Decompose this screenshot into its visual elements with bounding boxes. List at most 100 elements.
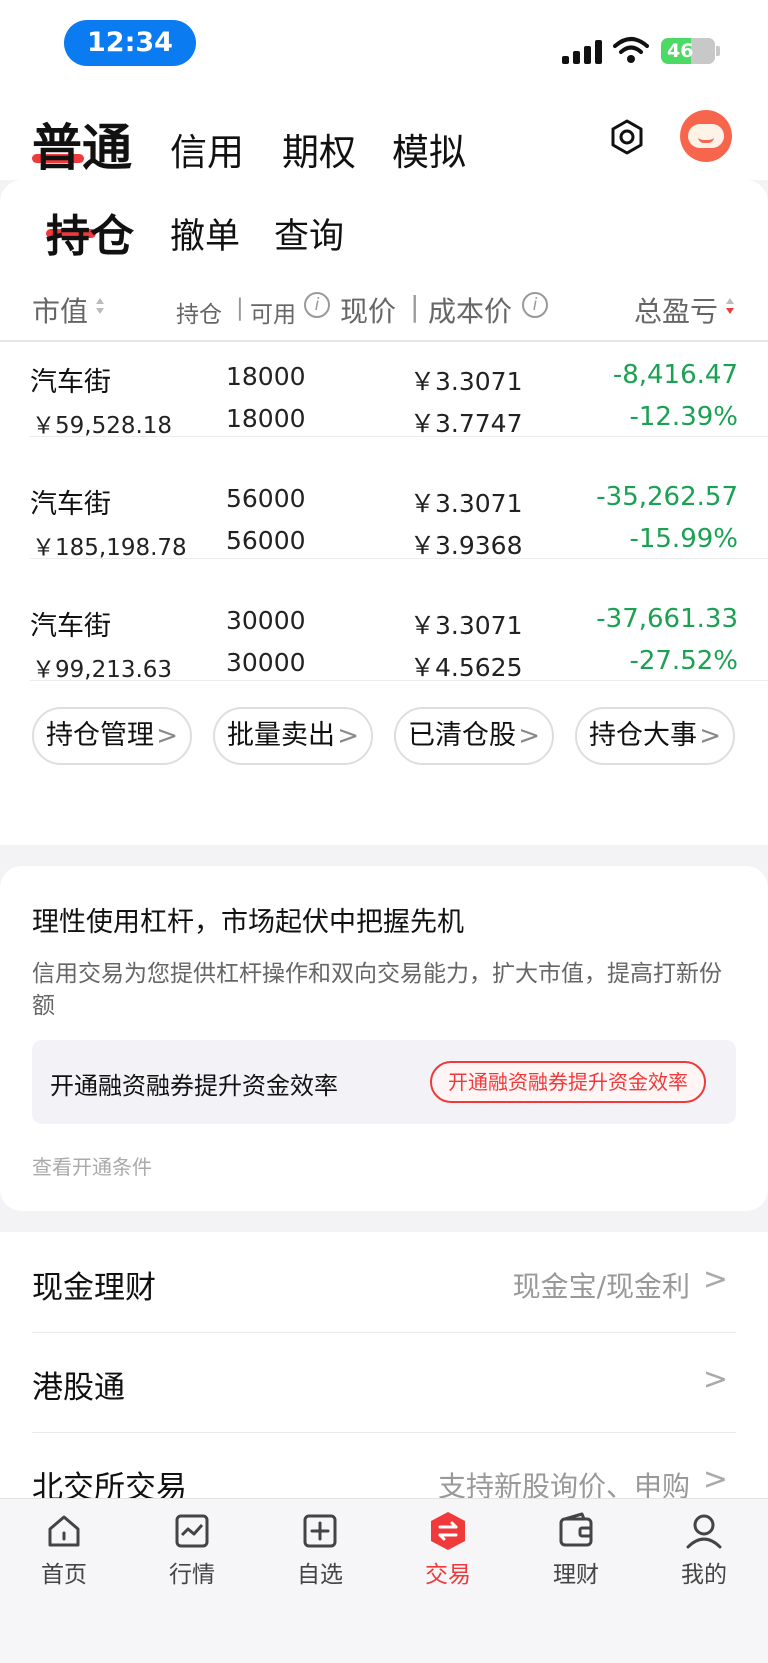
chevron-right-icon: > [518, 721, 540, 751]
holding-qty: 18000 [226, 362, 306, 391]
profit-loss: -35,262.57 [596, 482, 738, 512]
current-price: ￥3.3071 [410, 489, 523, 518]
chevron-right-icon: > [156, 721, 178, 751]
bottom-nav: 首页 行情 自选 交易 理财 我的 [0, 1498, 768, 1663]
nav-label: 理财 [553, 1562, 599, 1588]
position-events-button[interactable]: 持仓大事 > [575, 707, 735, 765]
nav-trade[interactable]: 交易 [398, 1511, 498, 1611]
home-icon [48, 1515, 80, 1547]
tab-query[interactable]: 查询 [274, 208, 344, 259]
header-holding: 持仓 [176, 302, 222, 328]
nav-label: 行情 [169, 1562, 215, 1588]
chevron-right-icon: > [702, 1362, 728, 1397]
nav-label: 自选 [297, 1562, 343, 1588]
holding-qty: 56000 [226, 484, 306, 513]
sort-desc-icon[interactable] [726, 297, 734, 315]
pill-label: 已清仓股 [408, 720, 516, 751]
profit-loss: -37,661.33 [596, 604, 738, 634]
holding-qty: 30000 [226, 606, 306, 635]
pill-label: 持仓大事 [589, 720, 697, 751]
nav-home[interactable]: 首页 [14, 1511, 114, 1611]
header-current-price: 现价 [340, 295, 397, 328]
header-separator-2: | [410, 290, 420, 323]
profit-loss: -8,416.47 [612, 360, 738, 390]
promo-box-label: 开通融资融券提升资金效率 [50, 1072, 338, 1100]
info-icon[interactable]: i [522, 292, 548, 318]
header-separator-1: | [236, 295, 244, 321]
promo-description: 信用交易为您提供杠杆操作和双向交易能力，扩大市值，提高打新份额 [32, 961, 722, 1019]
settings-icon[interactable] [608, 118, 646, 156]
info-icon[interactable]: i [304, 292, 330, 318]
tab-positions[interactable]: 持仓 [46, 200, 134, 264]
current-price: ￥3.3071 [410, 367, 523, 396]
market-value: ￥59,528.18 [32, 413, 173, 439]
view-conditions-link[interactable]: 查看开通条件 [32, 1151, 152, 1180]
profit-loss-pct: -15.99% [629, 524, 738, 554]
tab-cancel-orders[interactable]: 撤单 [170, 208, 240, 259]
open-margin-button[interactable]: 开通融资融券提升资金效率 [430, 1061, 706, 1103]
header-total-pl[interactable]: 总盈亏 [634, 290, 718, 330]
add-square-icon [303, 1514, 337, 1548]
menu-value: 现金宝/现金利 [512, 1270, 690, 1303]
batch-sell-button[interactable]: 批量卖出 > [213, 707, 373, 765]
status-time: 12:34 [64, 20, 196, 66]
pill-label: 批量卖出 [227, 720, 335, 751]
header-available: 可用 [250, 302, 296, 328]
menu-item-cash-management[interactable]: 现金理财 现金宝/现金利 > [0, 1232, 768, 1332]
tab-credit[interactable]: 信用 [170, 122, 244, 176]
header-market-value[interactable]: 市值 [32, 290, 88, 330]
nav-market[interactable]: 行情 [142, 1511, 242, 1611]
profit-loss-pct: -12.39% [629, 402, 738, 432]
table-row[interactable]: 汽车街 ￥185,198.78 56000 56000 ￥3.3071 ￥3.9… [0, 464, 768, 592]
pill-label: 持仓管理 [46, 720, 154, 751]
manage-positions-button[interactable]: 持仓管理 > [32, 707, 192, 765]
trade-exchange-icon [431, 1512, 465, 1550]
wifi-icon [613, 37, 649, 63]
cellular-signal-icon [562, 38, 602, 64]
nav-wealth[interactable]: 理财 [526, 1511, 626, 1611]
menu-item-hk-connect[interactable]: 港股通 > [0, 1332, 768, 1432]
app-screen: 12:34 46 普通 信用 期权 模拟 持仓 撤单 查询 市值 持仓 | 可用… [0, 0, 768, 1663]
table-row[interactable]: 汽车街 ￥99,213.63 30000 30000 ￥3.3071 ￥4.56… [0, 586, 768, 714]
row-divider [30, 680, 768, 681]
stock-name: 汽车街 [30, 489, 111, 520]
avatar-face [688, 124, 724, 148]
tab-simulation[interactable]: 模拟 [392, 122, 466, 176]
nav-label: 交易 [425, 1562, 471, 1588]
available-qty: 30000 [226, 648, 306, 677]
chevron-right-icon: > [702, 1262, 728, 1297]
cost-price: ￥4.5625 [410, 653, 523, 682]
cleared-stocks-button[interactable]: 已清仓股 > [394, 707, 554, 765]
cost-price: ￥3.7747 [410, 409, 523, 438]
avatar[interactable] [680, 110, 732, 162]
header-cost-price: 成本价 [428, 295, 513, 328]
current-price: ￥3.3071 [410, 611, 523, 640]
chevron-right-icon: > [699, 721, 721, 751]
tab-options[interactable]: 期权 [282, 122, 356, 176]
promo-box: 开通融资融券提升资金效率 开通融资融券提升资金效率 [32, 1040, 736, 1124]
table-row[interactable]: 汽车街 ￥59,528.18 18000 18000 ￥3.3071 ￥3.77… [0, 342, 768, 470]
tab-normal[interactable]: 普通 [32, 108, 132, 180]
row-divider [30, 436, 768, 437]
battery-nub [716, 46, 720, 56]
chevron-right-icon: > [702, 1462, 728, 1497]
service-menu: 现金理财 现金宝/现金利 > 港股通 > 北交所交易 支持新股询价、申购 > [0, 1232, 768, 1512]
battery-level: 46 [667, 40, 694, 62]
status-bar: 12:34 46 [0, 0, 768, 90]
cost-price: ￥3.9368 [410, 531, 523, 560]
menu-label: 现金理财 [32, 1270, 156, 1306]
holdings-card: 持仓 撤单 查询 市值 持仓 | 可用 i 现价 | 成本价 i 总盈亏 汽车街… [0, 180, 768, 845]
account-type-tabs: 普通 信用 期权 模拟 [0, 90, 768, 180]
market-value: ￥99,213.63 [32, 657, 173, 683]
sort-icon[interactable] [96, 297, 104, 315]
row-divider [30, 558, 768, 559]
available-qty: 56000 [226, 526, 306, 555]
chevron-right-icon: > [337, 721, 359, 751]
profit-loss-pct: -27.52% [629, 646, 738, 676]
nav-label: 我的 [681, 1562, 727, 1588]
nav-profile[interactable]: 我的 [654, 1511, 754, 1611]
menu-label: 港股通 [32, 1370, 125, 1406]
market-chart-icon [175, 1514, 209, 1548]
user-icon [686, 1514, 722, 1549]
nav-watchlist[interactable]: 自选 [270, 1511, 370, 1611]
